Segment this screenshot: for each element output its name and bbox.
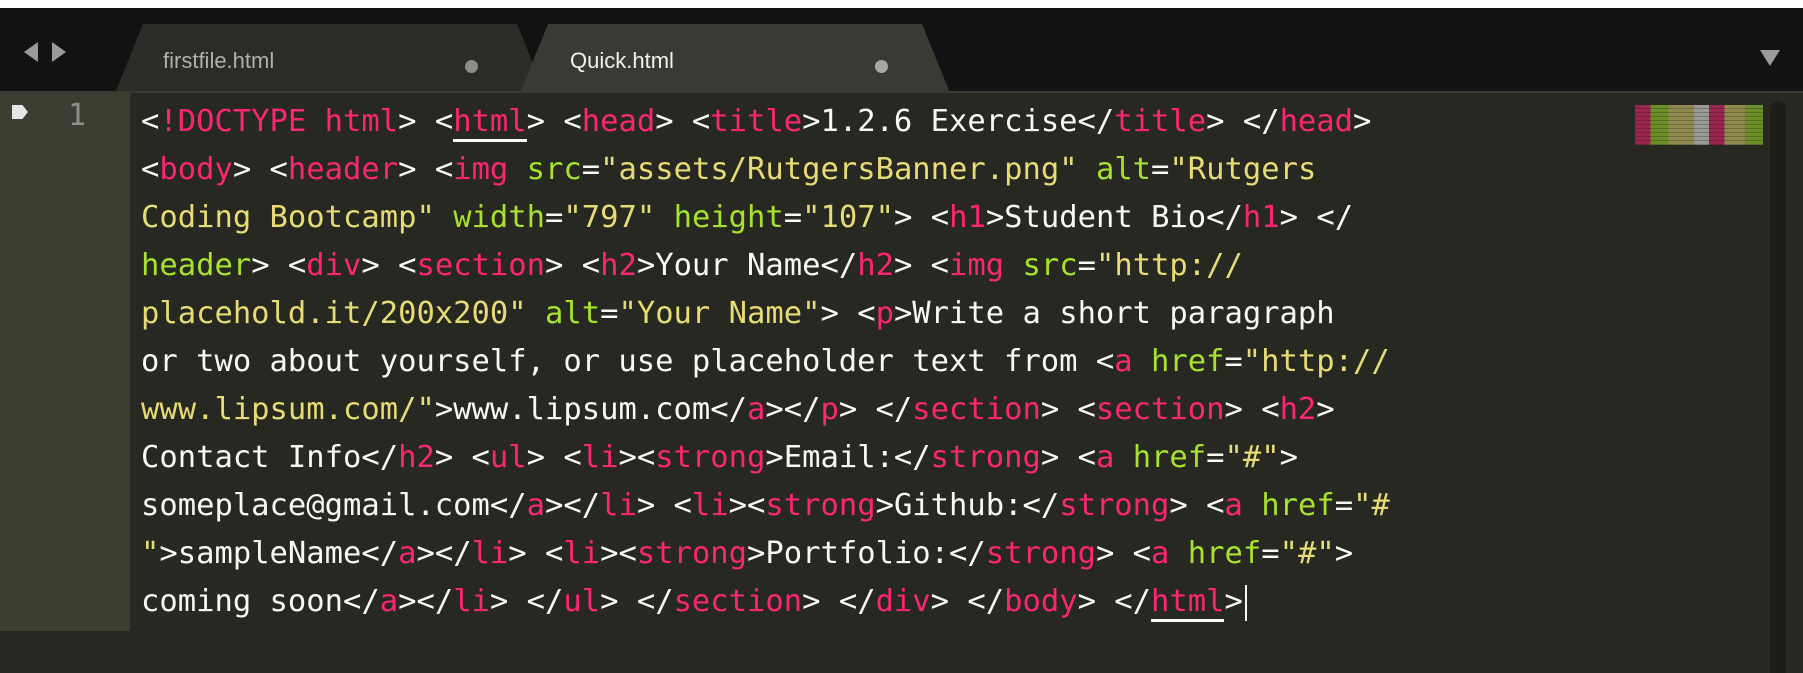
code-line[interactable]: www.lipsum.com/">www.lipsum.com</a></p> … <box>141 386 1646 434</box>
code-line[interactable]: header> <div> <section> <h2>Your Name</h… <box>141 242 1646 290</box>
code-line[interactable]: Coding Bootcamp" width="797" height="107… <box>141 194 1646 242</box>
tab-navigation <box>24 42 66 62</box>
gutter-active-line: 1 <box>0 93 130 631</box>
left-arrow-icon[interactable] <box>24 42 38 62</box>
line-number: 1 <box>68 98 87 133</box>
chevron-down-icon[interactable] <box>1760 50 1780 66</box>
code-line[interactable]: ">sampleName</a></li> <li><strong>Portfo… <box>141 530 1646 578</box>
tab-firstfile[interactable]: firstfile.html <box>115 24 545 93</box>
tab-label: Quick.html <box>570 48 674 73</box>
tab-divider <box>0 91 1803 93</box>
tab-bar: firstfile.html Quick.html <box>0 8 1803 93</box>
code-line[interactable]: someplace@gmail.com</a></li> <li><strong… <box>141 482 1646 530</box>
minimap[interactable] <box>1635 105 1763 145</box>
bookmark-icon[interactable] <box>12 105 28 119</box>
tab-label: firstfile.html <box>163 48 275 73</box>
vertical-scrollbar[interactable] <box>1770 101 1786 673</box>
dot-icon[interactable] <box>465 60 478 73</box>
code-line[interactable]: <body> <header> <img src="assets/Rutgers… <box>141 146 1646 194</box>
code-line[interactable]: Contact Info</h2> <ul> <li><strong>Email… <box>141 434 1646 482</box>
code-line[interactable]: placehold.it/200x200" alt="Your Name"> <… <box>141 290 1646 338</box>
dot-icon[interactable] <box>875 60 888 73</box>
code-line[interactable]: <!DOCTYPE html> <html> <head> <title>1.2… <box>141 98 1646 146</box>
right-arrow-icon[interactable] <box>52 42 66 62</box>
code-line[interactable]: coming soon</a></li> </ul> </section> </… <box>141 578 1646 626</box>
gutter: 1 <box>0 93 130 673</box>
tab-quick[interactable]: Quick.html <box>520 24 950 93</box>
code-editor[interactable]: <!DOCTYPE html> <html> <head> <title>1.2… <box>141 98 1646 626</box>
editor-window: firstfile.html Quick.html 1 <!DOCTYPE ht… <box>0 8 1803 673</box>
text-cursor <box>1244 584 1247 621</box>
code-line[interactable]: or two about yourself, or use placeholde… <box>141 338 1646 386</box>
